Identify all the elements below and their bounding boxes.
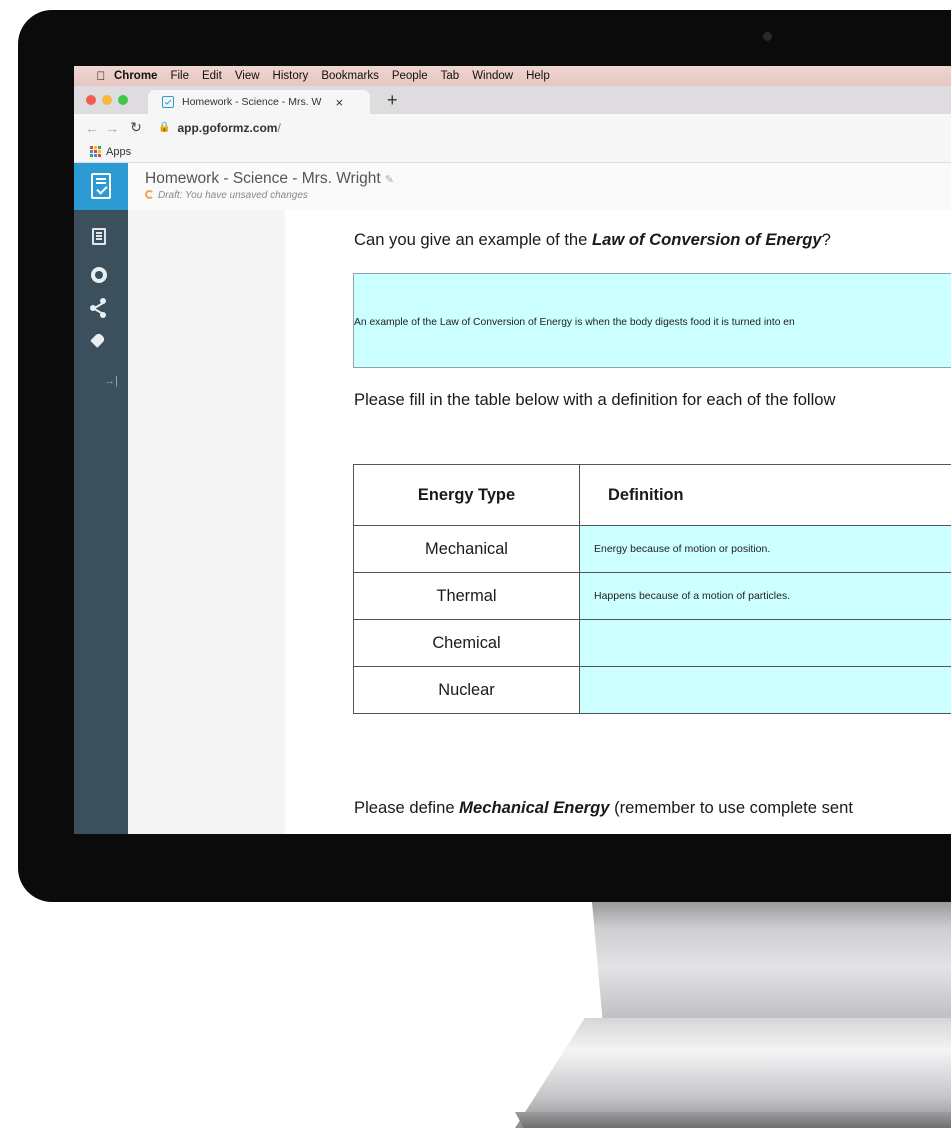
- browser-tab[interactable]: Homework - Science - Mrs. W ×: [148, 90, 370, 114]
- back-icon[interactable]: ←: [84, 120, 100, 136]
- table-header-row: Energy Type Definition: [353, 464, 951, 526]
- pdf-icon[interactable]: [92, 228, 106, 245]
- header-definition: Definition: [579, 464, 951, 526]
- header-energy-type: Energy Type: [353, 464, 580, 526]
- screen:  Chrome File Edit View History Bookmark…: [74, 66, 951, 834]
- bookmarks-bar: Apps: [74, 141, 951, 163]
- energy-type-cell: Thermal: [353, 572, 580, 620]
- lock-icon: 🔒: [158, 122, 171, 133]
- address-bar: ← → ↻ 🔒 app.goformz.com/: [74, 114, 951, 141]
- tab-strip: Homework - Science - Mrs. W × +: [74, 86, 951, 114]
- monitor-stand-foot: [515, 1018, 951, 1128]
- energy-type-cell: Chemical: [353, 619, 580, 667]
- question-3-em: Mechanical Energy: [459, 798, 610, 817]
- tab-close-button[interactable]: ×: [335, 95, 343, 110]
- url-host: app.goformz.com: [177, 120, 278, 135]
- spinner-icon: [145, 190, 154, 199]
- new-tab-button[interactable]: +: [387, 90, 398, 111]
- monitor-stand-neck: [592, 902, 951, 1022]
- share-icon[interactable]: [90, 298, 108, 318]
- bookmark-apps[interactable]: Apps: [106, 146, 131, 158]
- table-row: Thermal Happens because of a motion of p…: [353, 572, 951, 620]
- zoom-dot-icon[interactable]: [118, 95, 128, 105]
- question-2: Please fill in the table below with a de…: [354, 390, 836, 409]
- collapse-icon[interactable]: →|: [100, 370, 122, 392]
- table-row: Mechanical Energy because of motion or p…: [353, 525, 951, 573]
- table-row: Chemical: [353, 619, 951, 667]
- menu-people[interactable]: People: [392, 70, 428, 82]
- apps-grid-icon[interactable]: [90, 145, 102, 158]
- forward-icon[interactable]: →: [104, 120, 120, 136]
- question-3-pre: Please define: [354, 798, 460, 817]
- url-input[interactable]: app.goformz.com/: [177, 121, 280, 135]
- question-1: Can you give an example of the Law of Co…: [354, 230, 831, 250]
- draft-status-row: Draft: You have unsaved changes: [145, 190, 308, 201]
- question-1-pre: Can you give an example of the: [354, 230, 592, 249]
- energy-table: Energy Type Definition Mechanical Energy…: [353, 464, 951, 714]
- tag-icon[interactable]: [89, 332, 107, 350]
- close-dot-icon[interactable]: [86, 95, 96, 105]
- apple-icon[interactable]: : [88, 69, 114, 83]
- form-favicon-icon: [162, 96, 174, 108]
- tab-title: Homework - Science - Mrs. W: [182, 96, 322, 108]
- app-header: Homework - Science - Mrs. Wright ✎ Draft:…: [74, 163, 951, 211]
- table-row: Nuclear: [353, 666, 951, 714]
- energy-type-cell: Mechanical: [353, 525, 580, 573]
- refresh-icon[interactable]: [91, 267, 107, 283]
- definition-field[interactable]: Happens because of a motion of particles…: [579, 572, 951, 620]
- url-path: /: [277, 120, 281, 135]
- question-3: Please define Mechanical Energy (remembe…: [354, 798, 853, 818]
- left-pane: [128, 210, 285, 834]
- menu-bookmarks[interactable]: Bookmarks: [321, 70, 379, 82]
- reload-icon[interactable]: ↻: [128, 119, 144, 136]
- share-node: [100, 312, 106, 318]
- monitor-stand-edge: [515, 1112, 951, 1128]
- menu-file[interactable]: File: [170, 70, 189, 82]
- mac-menubar:  Chrome File Edit View History Bookmark…: [74, 66, 951, 86]
- share-node: [90, 305, 96, 311]
- share-node: [100, 298, 106, 304]
- answer-1-field[interactable]: An example of the Law of Conversion of E…: [353, 273, 951, 368]
- menu-history[interactable]: History: [273, 70, 309, 82]
- form-document: Can you give an example of the Law of Co…: [285, 210, 951, 834]
- form-title-row: Homework - Science - Mrs. Wright ✎: [145, 170, 394, 188]
- definition-field[interactable]: [579, 619, 951, 667]
- app-logo[interactable]: [74, 163, 128, 210]
- sidebar: →|: [74, 210, 128, 834]
- menu-tab[interactable]: Tab: [441, 70, 460, 82]
- definition-field[interactable]: Energy because of motion or position.: [579, 525, 951, 573]
- energy-type-cell: Nuclear: [353, 666, 580, 714]
- menu-help[interactable]: Help: [526, 70, 550, 82]
- draft-status: Draft: You have unsaved changes: [158, 190, 308, 201]
- question-1-em: Law of Conversion of Energy: [592, 230, 822, 249]
- menu-view[interactable]: View: [235, 70, 260, 82]
- form-title: Homework - Science - Mrs. Wright: [145, 170, 381, 187]
- definition-field[interactable]: [579, 666, 951, 714]
- question-3-post: (remember to use complete sent: [609, 798, 853, 817]
- menu-edit[interactable]: Edit: [202, 70, 222, 82]
- menu-chrome[interactable]: Chrome: [114, 70, 157, 82]
- minimize-dot-icon[interactable]: [102, 95, 112, 105]
- answer-1-text: An example of the Law of Conversion of E…: [354, 317, 795, 328]
- menu-window[interactable]: Window: [472, 70, 513, 82]
- camera-dot: [763, 32, 772, 41]
- pencil-icon[interactable]: ✎: [385, 174, 394, 186]
- question-1-post: ?: [821, 230, 831, 249]
- clipboard-check-icon: [91, 173, 111, 199]
